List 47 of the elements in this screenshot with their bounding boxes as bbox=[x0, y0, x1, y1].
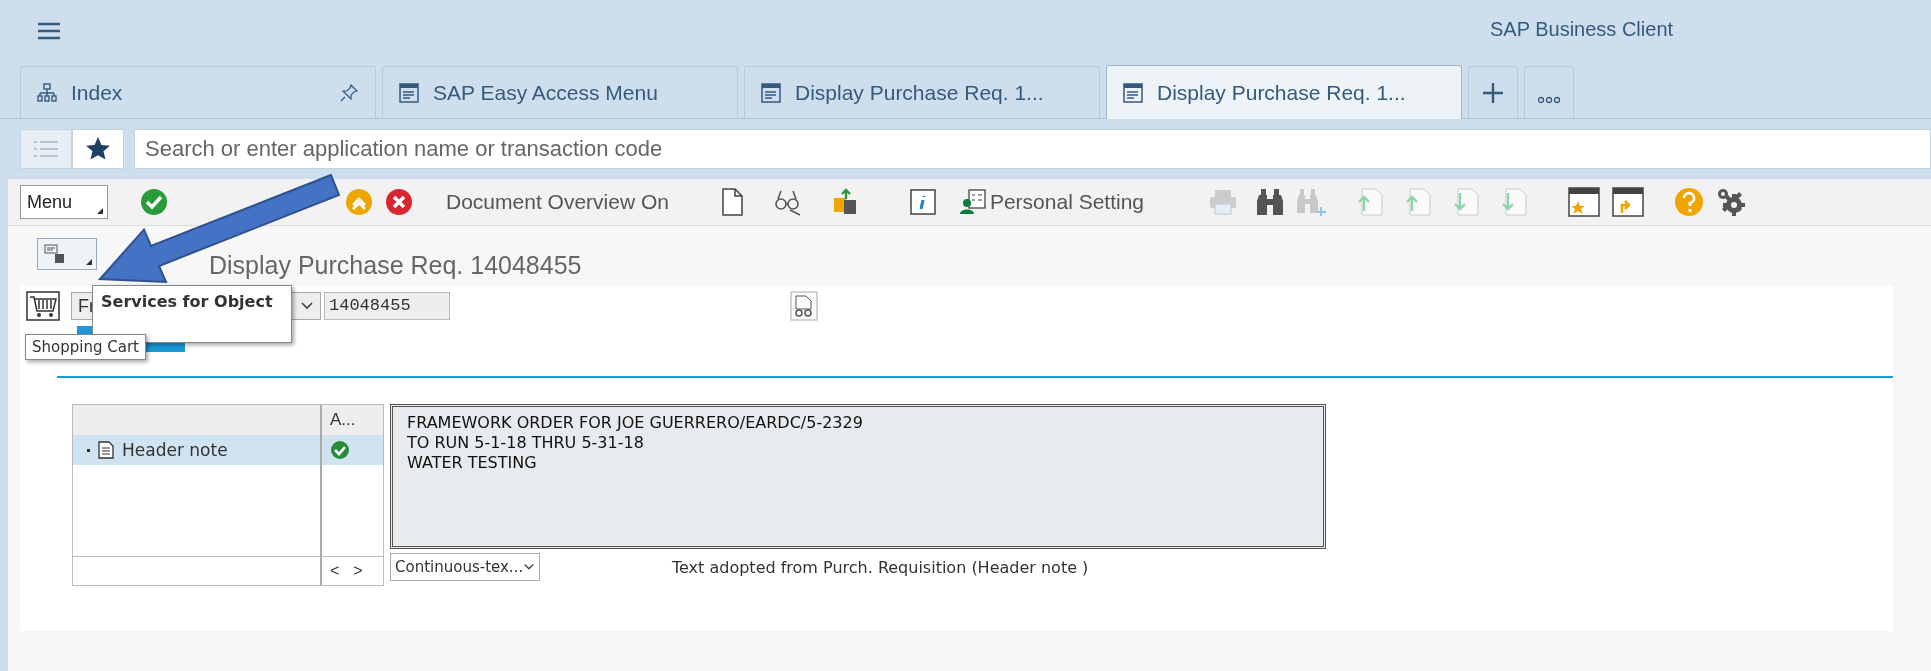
scroll-button[interactable]: < bbox=[330, 562, 340, 580]
menu-icon[interactable] bbox=[37, 22, 61, 40]
window-icon bbox=[399, 82, 419, 103]
more-button[interactable] bbox=[1524, 66, 1574, 118]
scroll-button[interactable]: > bbox=[353, 562, 363, 580]
tab[interactable]: Display Purchase Req. 1... bbox=[744, 66, 1100, 118]
document-icon[interactable] bbox=[719, 188, 744, 216]
tree-row[interactable]: Header note bbox=[73, 435, 383, 465]
row-label: Header note bbox=[122, 440, 228, 460]
window-icon bbox=[761, 82, 781, 103]
tab[interactable]: Display Purchase Req. 1... bbox=[1106, 65, 1462, 119]
search-field[interactable]: Search or enter application name or transaction code bbox=[134, 129, 1931, 169]
services-icon bbox=[44, 244, 66, 264]
check-icon bbox=[330, 440, 350, 460]
star-icon bbox=[85, 136, 111, 162]
binoculars-icon[interactable] bbox=[1256, 187, 1285, 217]
status-text: Text adopted from Purch. Requisition (Header note ) bbox=[672, 557, 1089, 577]
page-title: Display Purchase Req. 14048455 bbox=[209, 251, 582, 281]
add-tab-button[interactable] bbox=[1468, 66, 1518, 118]
check-icon[interactable] bbox=[140, 188, 168, 216]
document-glasses-icon[interactable] bbox=[790, 291, 818, 321]
window-icon bbox=[1123, 82, 1143, 103]
pin-icon[interactable] bbox=[339, 82, 359, 103]
tab[interactable]: SAP Easy Access Menu bbox=[382, 66, 738, 118]
info-icon[interactable] bbox=[909, 189, 936, 215]
personal-setting-button[interactable]: Personal Setting bbox=[955, 189, 1149, 215]
hierarchy-icon bbox=[37, 82, 57, 103]
dots-icon bbox=[1537, 95, 1561, 104]
list-icon bbox=[33, 139, 59, 159]
document-number-field[interactable]: 14048455 bbox=[324, 292, 450, 320]
chevron-down-icon bbox=[523, 562, 535, 572]
chevron-down-icon bbox=[300, 301, 314, 311]
app-title: SAP Business Client bbox=[1490, 18, 1674, 41]
services-button[interactable] bbox=[37, 238, 97, 270]
plus-icon bbox=[1482, 81, 1504, 104]
favorites-button[interactable] bbox=[72, 129, 124, 169]
text-editor[interactable]: FRAMEWORK ORDER FOR JOE GUERRERO/EARDC/5-2329 TO RUN 5-1-18 THRU 5-31-18 WATER TESTING bbox=[390, 404, 1326, 549]
glasses-icon[interactable] bbox=[773, 188, 802, 216]
format-dropdown[interactable]: Continuous-tex... bbox=[390, 553, 540, 581]
shopping-cart-icon[interactable] bbox=[25, 291, 61, 321]
settings-icon[interactable] bbox=[1716, 187, 1747, 217]
menu-dropdown[interactable]: Menu bbox=[20, 185, 108, 219]
person-settings-icon bbox=[959, 189, 986, 215]
tab[interactable]: Index bbox=[20, 66, 376, 118]
cancel-icon[interactable] bbox=[385, 188, 413, 216]
document-overview-button[interactable]: Document Overview On bbox=[430, 190, 685, 214]
note-icon bbox=[98, 441, 114, 459]
